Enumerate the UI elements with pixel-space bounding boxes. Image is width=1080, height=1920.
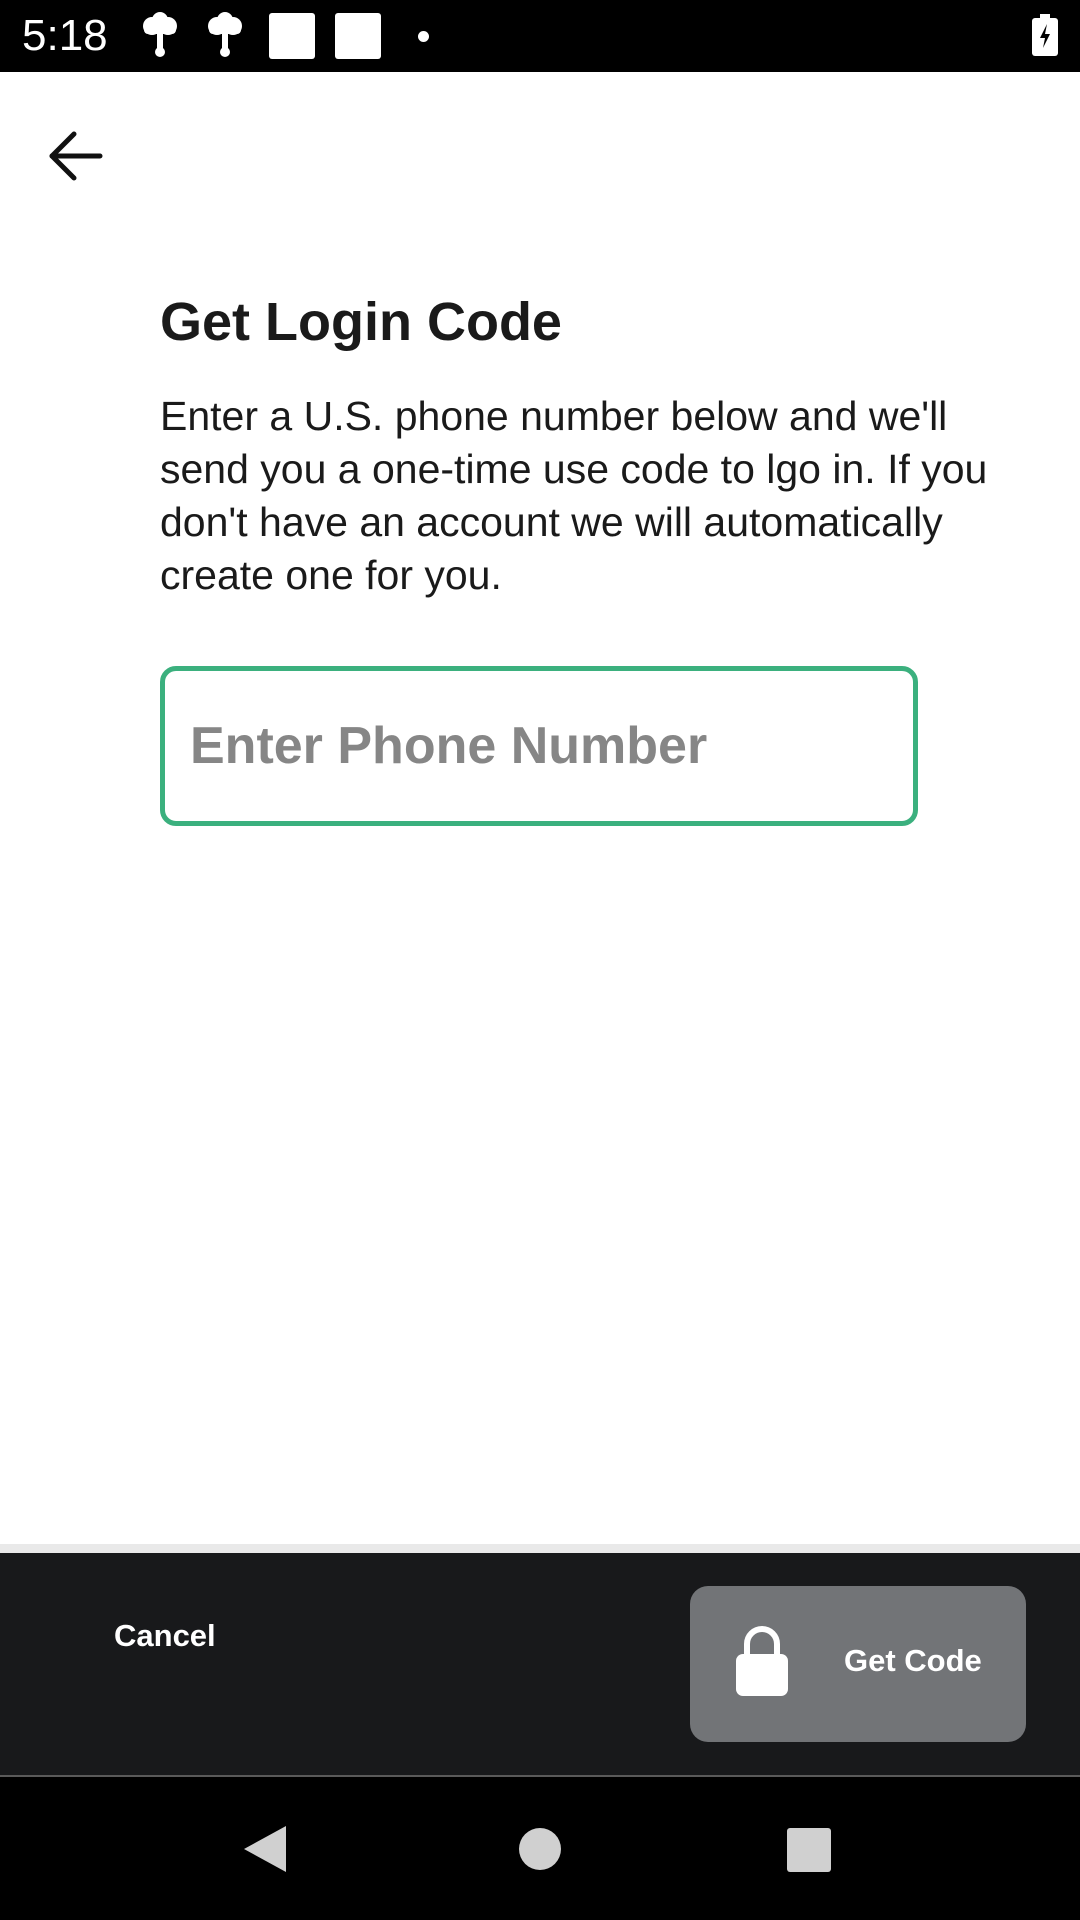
status-time: 5:18 bbox=[22, 11, 108, 60]
back-triangle-icon[interactable] bbox=[242, 1824, 288, 1879]
dot-icon bbox=[418, 31, 429, 42]
cancel-button[interactable]: Cancel bbox=[114, 1618, 216, 1654]
arrow-left-icon bbox=[49, 131, 103, 181]
system-navigation-bar bbox=[0, 1777, 1080, 1920]
action-bar-divider bbox=[0, 1544, 1080, 1553]
notification-icon bbox=[205, 12, 245, 65]
battery-charging-icon bbox=[1032, 14, 1058, 61]
lock-icon bbox=[734, 1624, 790, 1703]
home-circle-icon[interactable] bbox=[518, 1827, 562, 1876]
phone-number-field[interactable] bbox=[160, 666, 918, 826]
recents-square-icon[interactable] bbox=[786, 1827, 832, 1878]
page-title: Get Login Code bbox=[160, 292, 562, 352]
app-icon bbox=[335, 13, 381, 59]
notification-icon bbox=[140, 12, 180, 65]
back-button[interactable] bbox=[40, 120, 112, 192]
action-bar: Cancel Get Code bbox=[0, 1553, 1080, 1775]
get-code-button[interactable]: Get Code bbox=[690, 1586, 1026, 1742]
status-bar: 5:18 bbox=[0, 0, 1080, 72]
get-code-label: Get Code bbox=[844, 1643, 982, 1678]
app-icon bbox=[269, 13, 315, 59]
phone-number-input[interactable] bbox=[190, 671, 890, 821]
login-code-screen: 5:18 Get Login Code Enter a U.S. phone n… bbox=[0, 0, 1080, 1920]
description-text: Enter a U.S. phone number below and we'l… bbox=[160, 393, 988, 598]
